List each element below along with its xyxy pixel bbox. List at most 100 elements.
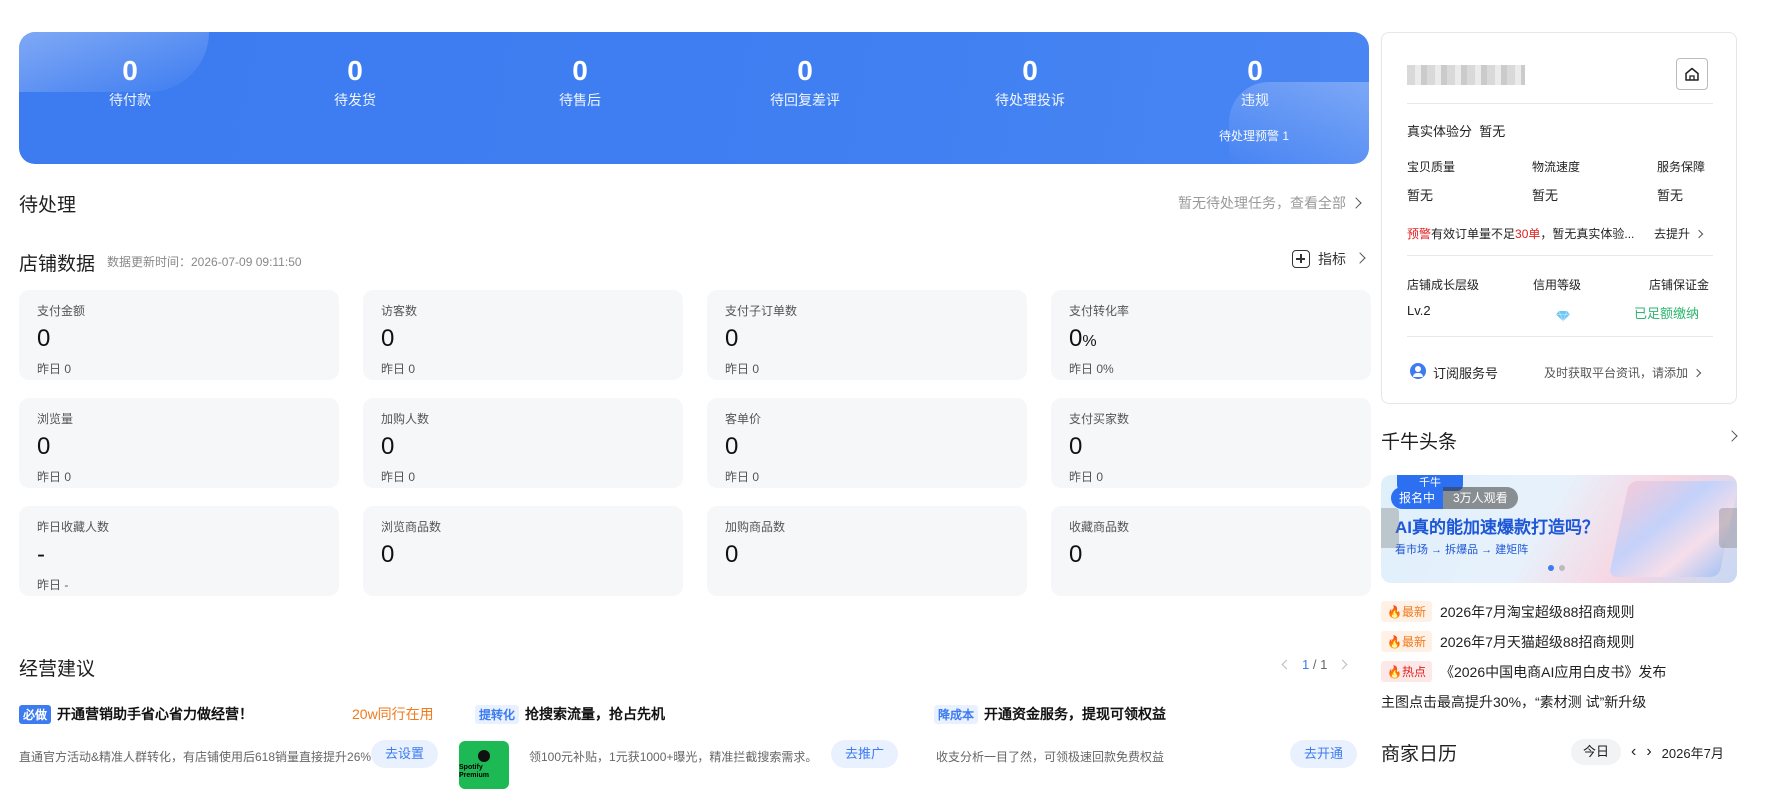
metric-yesterday: 昨日 0 — [725, 362, 760, 376]
metric-value: 0 — [381, 541, 665, 572]
divider — [1407, 255, 1713, 256]
news-item[interactable]: 🔥最新 2026年7月淘宝超级88招商规则 — [1381, 601, 1634, 622]
metric-card[interactable]: 访客数 0 昨日 0 — [363, 290, 683, 380]
growth-level[interactable]: Lv.2 — [1407, 303, 1431, 318]
experience-score[interactable]: 真实体验分 暂无 — [1407, 121, 1505, 140]
shop-data-title: 店铺数据 — [19, 254, 96, 275]
credit-label: 信用等级 — [1533, 278, 1582, 292]
metric-card[interactable]: 昨日收藏人数 - 昨日 - — [19, 506, 339, 596]
pending-warning-link[interactable]: 待处理预警 1 — [1219, 127, 1289, 144]
metric-card[interactable]: 加购人数 0 昨日 0 — [363, 398, 683, 488]
chevron-right-icon — [1692, 368, 1702, 378]
stat-complaints[interactable]: 0 待处理投诉 — [930, 54, 1130, 110]
metrics-button[interactable]: 指标 — [1292, 249, 1366, 269]
news-title: 千牛头条 — [1381, 432, 1458, 453]
suggestion-headline: 降成本 开通资金服务，提现可领权益 — [934, 704, 1364, 724]
stat-value: 0 — [347, 55, 363, 86]
metric-card[interactable]: 支付金额 0 昨日 0 — [19, 290, 339, 380]
subscribe-label[interactable]: 订阅服务号 — [1433, 363, 1498, 382]
spotify-thumbnail: Spotify Premium — [459, 741, 509, 789]
prev-month-icon[interactable]: ‹ — [1631, 743, 1636, 761]
stat-label: 待售后 — [559, 92, 601, 108]
metric-value: 0 — [37, 433, 321, 464]
today-button[interactable]: 今日 — [1571, 739, 1622, 765]
suggestion-card: 降成本 开通资金服务，提现可领权益 收支分析一目了然，可领极速回款免费权益 去开通 — [934, 704, 1364, 768]
score-value: 暂无 — [1532, 188, 1559, 203]
news-item[interactable]: 主图点击最高提升30%，“素材测 试”新升级 — [1381, 692, 1646, 712]
news-text: 主图点击最高提升30%，“素材测 试”新升级 — [1381, 694, 1647, 710]
stat-negative-reviews[interactable]: 0 待回复差评 — [705, 54, 905, 110]
metric-card[interactable]: 支付买家数 0 昨日 0 — [1051, 398, 1371, 488]
metric-card[interactable]: 加购商品数 0 — [707, 506, 1027, 596]
activate-button[interactable]: 去开通 — [1290, 740, 1358, 768]
suggestion-card: 必做 开通营销助手省心省力做经营！ 20w同行在用 直通官方活动&精准人群转化，有… — [19, 704, 439, 768]
scrollbar[interactable] — [1770, 0, 1780, 786]
metric-card[interactable]: 客单价 0 昨日 0 — [707, 398, 1027, 488]
view-all-todo-link[interactable]: 暂无待处理任务，查看全部 — [1178, 193, 1362, 213]
subscribe-desc: 及时获取平台资讯，请添加 — [1544, 366, 1689, 380]
divider — [1407, 103, 1713, 104]
current-page: 1 — [1302, 657, 1310, 672]
stat-violations[interactable]: 0 违规 — [1155, 54, 1355, 110]
metric-title: 支付金额 — [37, 304, 86, 318]
suggestion-tag: 必做 — [19, 704, 52, 724]
metric-card[interactable]: 浏览商品数 0 — [363, 506, 683, 596]
carousel-dot-active[interactable] — [1548, 565, 1554, 571]
spotify-logo-icon — [478, 750, 490, 762]
total-pages: / 1 — [1312, 657, 1328, 672]
carousel-dot[interactable] — [1559, 565, 1565, 571]
suggestion-headline-text: 开通营销助手省心省力做经营！ — [57, 706, 254, 722]
news-carousel[interactable]: 千牛 报名中 3万人观看 AI真的能加速爆款打造吗？ 看市场 → 拆爆品 → 建… — [1381, 475, 1737, 583]
metric-value: 0% — [1069, 325, 1353, 356]
news-tag: 🔥最新 — [1381, 631, 1432, 652]
improve-link[interactable]: 去提升 — [1654, 225, 1704, 242]
stat-pending-payment[interactable]: 0 待付款 — [30, 54, 230, 110]
metric-unit: % — [1082, 333, 1097, 350]
promote-button[interactable]: 去推广 — [831, 740, 899, 768]
metric-yesterday: 昨日 - — [37, 578, 69, 592]
news-text: 2026年7月淘宝超级88招商规则 — [1439, 603, 1635, 620]
chevron-right-icon[interactable] — [1726, 430, 1738, 442]
metric-card[interactable]: 浏览量 0 昨日 0 — [19, 398, 339, 488]
news-item[interactable]: 🔥最新 2026年7月天猫超级88招商规则 — [1381, 631, 1634, 652]
alert-text: 有效订单量不足 — [1431, 227, 1516, 241]
chevron-right-icon — [1694, 229, 1704, 239]
metric-card[interactable]: 收藏商品数 0 — [1051, 506, 1371, 596]
news-tag-label: 热点 — [1401, 665, 1426, 679]
news-text: 《2026中国电商AI应用白皮书》发布 — [1439, 663, 1667, 680]
home-icon — [1685, 67, 1699, 81]
news-tag: 🔥最新 — [1381, 601, 1432, 622]
experience-label: 真实体验分 — [1407, 124, 1473, 139]
metric-card[interactable]: 支付子订单数 0 昨日 0 — [707, 290, 1027, 380]
stat-pending-shipment[interactable]: 0 待发货 — [255, 54, 455, 110]
stat-value: 0 — [572, 55, 588, 86]
suggestion-headline: 提转化 抢搜索流量，抢占先机 — [475, 704, 895, 724]
todo-title: 待处理 — [19, 195, 77, 216]
prev-page-icon[interactable] — [1281, 659, 1292, 670]
user-circle-icon — [1410, 363, 1426, 379]
metric-card[interactable]: 支付转化率 0% 昨日 0% — [1051, 290, 1371, 380]
metric-number: 0 — [725, 541, 739, 568]
metric-number: 0 — [725, 325, 739, 352]
carousel-prev-icon[interactable] — [1381, 508, 1399, 548]
stat-pending-aftersale[interactable]: 0 待售后 — [480, 54, 680, 110]
next-page-icon[interactable] — [1337, 659, 1348, 670]
metric-title: 访客数 — [381, 304, 418, 318]
experience-value: 暂无 — [1479, 124, 1506, 139]
subscribe-link[interactable]: 及时获取平台资讯，请添加 — [1544, 364, 1702, 381]
alert-number: 30单 — [1515, 227, 1541, 241]
carousel-next-icon[interactable] — [1719, 508, 1737, 548]
deposit-status[interactable]: 已足额缴纳 — [1634, 303, 1699, 322]
metric-number: 0 — [725, 433, 739, 460]
metric-value: - — [37, 541, 321, 572]
stat-value: 0 — [122, 55, 138, 86]
news-item[interactable]: 🔥热点 《2026中国电商AI应用白皮书》发布 — [1381, 661, 1666, 682]
next-month-icon[interactable]: › — [1646, 743, 1651, 761]
plus-square-icon — [1292, 250, 1310, 268]
metric-yesterday: 昨日 0 — [725, 470, 760, 484]
improve-label: 去提升 — [1654, 227, 1691, 241]
score-value: 暂无 — [1657, 188, 1684, 203]
setup-button[interactable]: 去设置 — [371, 740, 439, 768]
suggestion-headline-text: 抢搜索流量，抢占先机 — [525, 706, 666, 722]
store-home-button[interactable] — [1676, 58, 1708, 90]
